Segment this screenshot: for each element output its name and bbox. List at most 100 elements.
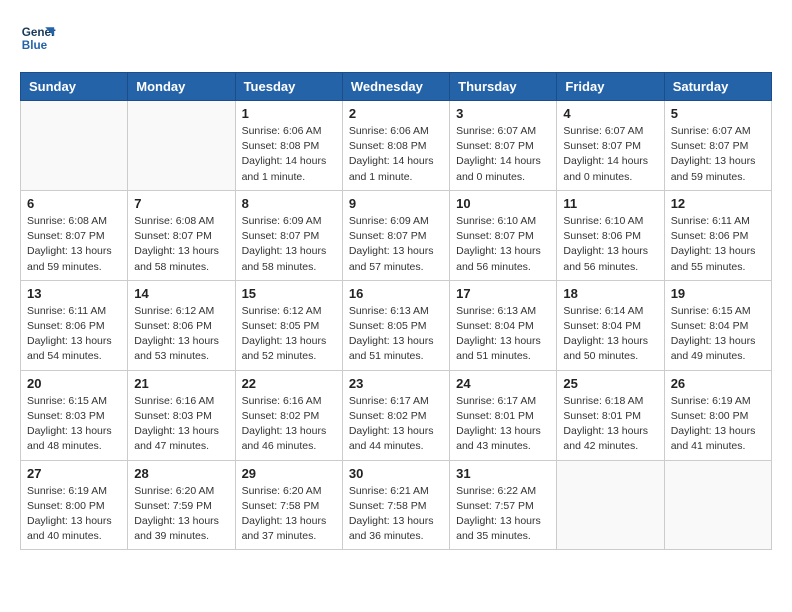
day-info: Sunrise: 6:15 AM Sunset: 8:04 PM Dayligh… xyxy=(671,304,765,365)
calendar-cell: 12 Sunrise: 6:11 AM Sunset: 8:06 PM Dayli… xyxy=(664,190,771,280)
day-info: Sunrise: 6:10 AM Sunset: 8:07 PM Dayligh… xyxy=(456,214,550,275)
day-number: 21 xyxy=(134,376,228,391)
calendar-cell: 23 Sunrise: 6:17 AM Sunset: 8:02 PM Dayli… xyxy=(342,370,449,460)
day-info: Sunrise: 6:20 AM Sunset: 7:58 PM Dayligh… xyxy=(242,484,336,545)
day-info: Sunrise: 6:16 AM Sunset: 8:02 PM Dayligh… xyxy=(242,394,336,455)
day-number: 26 xyxy=(671,376,765,391)
calendar-cell: 1 Sunrise: 6:06 AM Sunset: 8:08 PM Daylig… xyxy=(235,101,342,191)
day-info: Sunrise: 6:11 AM Sunset: 8:06 PM Dayligh… xyxy=(671,214,765,275)
calendar-week-row: 6Sunrise: 6:08 AM Sunset: 8:07 PM Daylig… xyxy=(21,190,772,280)
calendar-cell: 6Sunrise: 6:08 AM Sunset: 8:07 PM Daylig… xyxy=(21,190,128,280)
calendar-header-monday: Monday xyxy=(128,73,235,101)
calendar-cell: 20 Sunrise: 6:15 AM Sunset: 8:03 PM Dayli… xyxy=(21,370,128,460)
day-number: 22 xyxy=(242,376,336,391)
calendar-week-row: 27Sunrise: 6:19 AM Sunset: 8:00 PM Dayli… xyxy=(21,460,772,550)
calendar-cell: 4Sunrise: 6:07 AM Sunset: 8:07 PM Daylig… xyxy=(557,101,664,191)
day-info: Sunrise: 6:19 AM Sunset: 8:00 PM Dayligh… xyxy=(27,484,121,545)
svg-text:Blue: Blue xyxy=(22,39,48,52)
day-number: 11 xyxy=(563,196,657,211)
day-number: 12 xyxy=(671,196,765,211)
calendar-cell: 24 Sunrise: 6:17 AM Sunset: 8:01 PM Dayli… xyxy=(450,370,557,460)
calendar-table: SundayMondayTuesdayWednesdayThursdayFrid… xyxy=(20,72,772,550)
day-info: Sunrise: 6:07 AM Sunset: 8:07 PM Dayligh… xyxy=(456,124,550,185)
calendar-cell: 26Sunrise: 6:19 AM Sunset: 8:00 PM Dayli… xyxy=(664,370,771,460)
day-number: 23 xyxy=(349,376,443,391)
calendar-cell: 7 Sunrise: 6:08 AM Sunset: 8:07 PM Daylig… xyxy=(128,190,235,280)
page-header: General Blue xyxy=(20,20,772,56)
day-info: Sunrise: 6:17 AM Sunset: 8:02 PM Dayligh… xyxy=(349,394,443,455)
calendar-cell: 18Sunrise: 6:14 AM Sunset: 8:04 PM Dayli… xyxy=(557,280,664,370)
day-number: 20 xyxy=(27,376,121,391)
calendar-cell: 15 Sunrise: 6:12 AM Sunset: 8:05 PM Dayli… xyxy=(235,280,342,370)
calendar-cell: 25Sunrise: 6:18 AM Sunset: 8:01 PM Dayli… xyxy=(557,370,664,460)
day-number: 29 xyxy=(242,466,336,481)
day-info: Sunrise: 6:15 AM Sunset: 8:03 PM Dayligh… xyxy=(27,394,121,455)
calendar-week-row: 1 Sunrise: 6:06 AM Sunset: 8:08 PM Daylig… xyxy=(21,101,772,191)
calendar-header-saturday: Saturday xyxy=(664,73,771,101)
calendar-week-row: 13Sunrise: 6:11 AM Sunset: 8:06 PM Dayli… xyxy=(21,280,772,370)
day-number: 19 xyxy=(671,286,765,301)
calendar-cell: 22 Sunrise: 6:16 AM Sunset: 8:02 PM Dayli… xyxy=(235,370,342,460)
day-number: 8 xyxy=(242,196,336,211)
day-info: Sunrise: 6:10 AM Sunset: 8:06 PM Dayligh… xyxy=(563,214,657,275)
day-info: Sunrise: 6:09 AM Sunset: 8:07 PM Dayligh… xyxy=(242,214,336,275)
calendar-cell: 19 Sunrise: 6:15 AM Sunset: 8:04 PM Dayli… xyxy=(664,280,771,370)
calendar-cell xyxy=(664,460,771,550)
day-info: Sunrise: 6:22 AM Sunset: 7:57 PM Dayligh… xyxy=(456,484,550,545)
day-number: 31 xyxy=(456,466,550,481)
day-number: 4 xyxy=(563,106,657,121)
calendar-cell: 27Sunrise: 6:19 AM Sunset: 8:00 PM Dayli… xyxy=(21,460,128,550)
day-info: Sunrise: 6:12 AM Sunset: 8:05 PM Dayligh… xyxy=(242,304,336,365)
day-number: 18 xyxy=(563,286,657,301)
calendar-cell: 31 Sunrise: 6:22 AM Sunset: 7:57 PM Dayli… xyxy=(450,460,557,550)
day-number: 14 xyxy=(134,286,228,301)
calendar-cell: 9 Sunrise: 6:09 AM Sunset: 8:07 PM Daylig… xyxy=(342,190,449,280)
day-info: Sunrise: 6:18 AM Sunset: 8:01 PM Dayligh… xyxy=(563,394,657,455)
logo: General Blue xyxy=(20,20,56,56)
calendar-cell: 16 Sunrise: 6:13 AM Sunset: 8:05 PM Dayli… xyxy=(342,280,449,370)
day-info: Sunrise: 6:07 AM Sunset: 8:07 PM Dayligh… xyxy=(671,124,765,185)
day-info: Sunrise: 6:08 AM Sunset: 8:07 PM Dayligh… xyxy=(134,214,228,275)
day-info: Sunrise: 6:06 AM Sunset: 8:08 PM Dayligh… xyxy=(242,124,336,185)
calendar-cell: 29 Sunrise: 6:20 AM Sunset: 7:58 PM Dayli… xyxy=(235,460,342,550)
day-number: 15 xyxy=(242,286,336,301)
calendar-cell: 11 Sunrise: 6:10 AM Sunset: 8:06 PM Dayli… xyxy=(557,190,664,280)
day-info: Sunrise: 6:16 AM Sunset: 8:03 PM Dayligh… xyxy=(134,394,228,455)
day-info: Sunrise: 6:13 AM Sunset: 8:05 PM Dayligh… xyxy=(349,304,443,365)
calendar-cell: 10Sunrise: 6:10 AM Sunset: 8:07 PM Dayli… xyxy=(450,190,557,280)
day-info: Sunrise: 6:12 AM Sunset: 8:06 PM Dayligh… xyxy=(134,304,228,365)
day-number: 13 xyxy=(27,286,121,301)
day-number: 1 xyxy=(242,106,336,121)
calendar-header-tuesday: Tuesday xyxy=(235,73,342,101)
calendar-header-friday: Friday xyxy=(557,73,664,101)
day-number: 5 xyxy=(671,106,765,121)
calendar-header-wednesday: Wednesday xyxy=(342,73,449,101)
day-number: 7 xyxy=(134,196,228,211)
day-info: Sunrise: 6:20 AM Sunset: 7:59 PM Dayligh… xyxy=(134,484,228,545)
calendar-cell: 8 Sunrise: 6:09 AM Sunset: 8:07 PM Daylig… xyxy=(235,190,342,280)
calendar-cell: 3Sunrise: 6:07 AM Sunset: 8:07 PM Daylig… xyxy=(450,101,557,191)
day-number: 17 xyxy=(456,286,550,301)
calendar-cell xyxy=(557,460,664,550)
calendar-cell: 14 Sunrise: 6:12 AM Sunset: 8:06 PM Dayli… xyxy=(128,280,235,370)
day-info: Sunrise: 6:17 AM Sunset: 8:01 PM Dayligh… xyxy=(456,394,550,455)
calendar-header-row: SundayMondayTuesdayWednesdayThursdayFrid… xyxy=(21,73,772,101)
calendar-cell: 17 Sunrise: 6:13 AM Sunset: 8:04 PM Dayli… xyxy=(450,280,557,370)
calendar-week-row: 20 Sunrise: 6:15 AM Sunset: 8:03 PM Dayli… xyxy=(21,370,772,460)
day-info: Sunrise: 6:13 AM Sunset: 8:04 PM Dayligh… xyxy=(456,304,550,365)
calendar-cell: 5 Sunrise: 6:07 AM Sunset: 8:07 PM Daylig… xyxy=(664,101,771,191)
calendar-cell xyxy=(128,101,235,191)
calendar-cell: 2Sunrise: 6:06 AM Sunset: 8:08 PM Daylig… xyxy=(342,101,449,191)
day-info: Sunrise: 6:06 AM Sunset: 8:08 PM Dayligh… xyxy=(349,124,443,185)
day-number: 24 xyxy=(456,376,550,391)
calendar-cell xyxy=(21,101,128,191)
day-info: Sunrise: 6:08 AM Sunset: 8:07 PM Dayligh… xyxy=(27,214,121,275)
logo-icon: General Blue xyxy=(20,20,56,56)
day-number: 30 xyxy=(349,466,443,481)
day-number: 16 xyxy=(349,286,443,301)
calendar-header-thursday: Thursday xyxy=(450,73,557,101)
day-info: Sunrise: 6:09 AM Sunset: 8:07 PM Dayligh… xyxy=(349,214,443,275)
calendar-cell: 30Sunrise: 6:21 AM Sunset: 7:58 PM Dayli… xyxy=(342,460,449,550)
calendar-header-sunday: Sunday xyxy=(21,73,128,101)
day-number: 9 xyxy=(349,196,443,211)
